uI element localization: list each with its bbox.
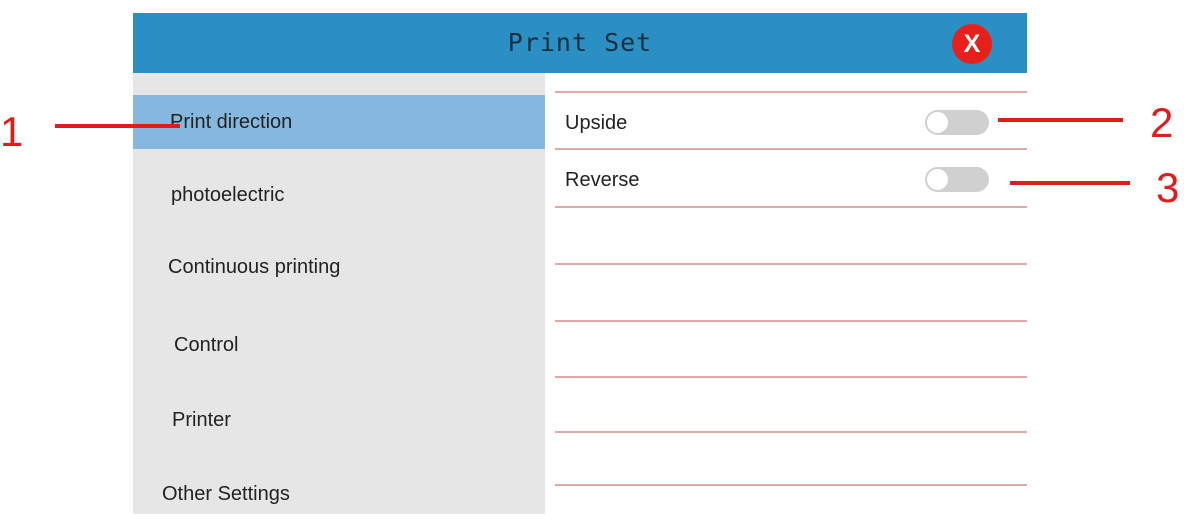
close-button[interactable]: X: [952, 24, 992, 64]
row-divider: [555, 206, 1027, 208]
sidebar-item-control[interactable]: Control: [133, 318, 545, 372]
row-divider: [555, 148, 1027, 150]
sidebar-item-label: Control: [174, 334, 239, 356]
callout-number-3: 3: [1156, 164, 1180, 211]
sidebar-item-continuous-printing[interactable]: Continuous printing: [133, 240, 545, 294]
sidebar-item-printer[interactable]: Printer: [133, 393, 545, 447]
callout-line-3: [1010, 181, 1130, 185]
callout-line-2: [998, 118, 1123, 122]
sidebar-item-photoelectric[interactable]: photoelectric: [133, 168, 545, 222]
sidebar-item-label: Print direction: [170, 111, 293, 133]
row-divider: [555, 376, 1027, 378]
reverse-toggle[interactable]: [925, 167, 989, 192]
reverse-label: Reverse: [565, 169, 640, 191]
settings-sidebar: Print direction photoelectric Continuous…: [133, 73, 545, 514]
row-divider: [555, 431, 1027, 433]
sidebar-item-other-settings[interactable]: Other Settings: [133, 467, 545, 521]
sidebar-item-label: Continuous printing: [168, 256, 341, 278]
settings-panel: Upside Reverse: [545, 73, 1027, 514]
sidebar-item-label: Other Settings: [162, 483, 290, 505]
row-divider: [555, 263, 1027, 265]
upside-label: Upside: [565, 112, 628, 134]
dialog-title: Print Set: [507, 28, 653, 57]
sidebar-item-label: Printer: [172, 409, 231, 431]
toggle-knob: [927, 169, 948, 190]
print-set-dialog: Print Set X Print direction photoelectri…: [133, 13, 1027, 514]
row-divider: [555, 484, 1027, 486]
row-divider: [555, 320, 1027, 322]
upside-toggle[interactable]: [925, 110, 989, 135]
close-icon: X: [963, 30, 981, 58]
title-bar: Print Set X: [133, 13, 1027, 73]
callout-number-1: 1: [0, 108, 24, 155]
sidebar-item-print-direction[interactable]: Print direction: [133, 95, 545, 149]
sidebar-item-label: photoelectric: [171, 184, 285, 206]
callout-number-2: 2: [1150, 99, 1174, 146]
toggle-knob: [927, 112, 948, 133]
callout-line-1: [55, 124, 180, 128]
row-divider: [555, 91, 1027, 93]
